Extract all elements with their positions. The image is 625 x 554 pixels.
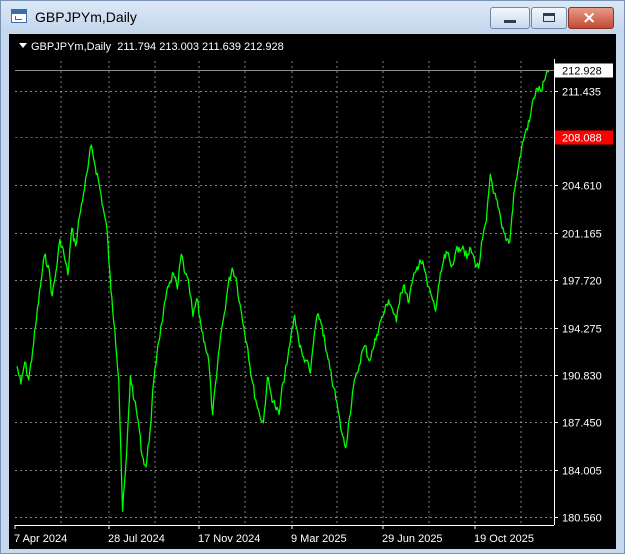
chart-canvas[interactable]: 208.088 212.928 211.435 204.610 201.165 197.… <box>9 34 616 549</box>
y-tick-label: 187.450 <box>562 418 602 430</box>
x-tick-label: 17 Nov 2024 <box>198 533 260 545</box>
x-tick-label: 9 Mar 2025 <box>291 533 347 545</box>
overlays: 208.088 212.928 <box>15 63 613 145</box>
close-button[interactable]: × <box>568 7 614 29</box>
price-chart: 208.088 212.928 211.435 204.610 201.165 197.… <box>14 59 613 545</box>
y-tick-label: 190.830 <box>562 371 602 383</box>
maximize-icon <box>543 13 555 22</box>
y-tick-label: 180.560 <box>562 513 602 525</box>
minimize-icon <box>504 20 516 23</box>
x-tick-label: 29 Jun 2025 <box>382 533 443 545</box>
axes: 211.435 204.610 201.165 197.720 194.275 190.8… <box>14 59 602 545</box>
ohlc-values: 211.794 213.003 211.639 212.928 <box>117 41 284 53</box>
current-price-label: 212.928 <box>562 66 602 78</box>
chart-window-icon <box>11 9 27 23</box>
price-line <box>16 69 550 512</box>
grid <box>15 61 553 525</box>
y-tick-label: 201.165 <box>562 229 602 241</box>
x-tick-label: 19 Oct 2025 <box>474 533 534 545</box>
title-bar[interactable]: GBPJPYm,Daily × <box>1 1 624 33</box>
level-label: 208.088 <box>562 133 602 145</box>
x-tick-label: 28 Jul 2024 <box>108 533 165 545</box>
y-tick-label: 194.275 <box>562 324 602 336</box>
chart-header[interactable]: GBPJPYm,Daily 211.794 213.003 211.639 21… <box>19 41 284 53</box>
y-tick-label: 184.005 <box>562 466 602 478</box>
chart-window: GBPJPYm,Daily × 208.088 212.928 211.435 20… <box>0 0 625 554</box>
close-icon: × <box>582 8 597 28</box>
dropdown-triangle-icon[interactable] <box>19 43 27 48</box>
symbol-label: GBPJPYm,Daily <box>31 41 112 53</box>
window-title: GBPJPYm,Daily <box>35 9 137 25</box>
maximize-button[interactable] <box>531 7 567 29</box>
minimize-button[interactable] <box>490 7 530 29</box>
y-tick-label: 204.610 <box>562 181 602 193</box>
y-tick-label: 211.435 <box>562 87 601 99</box>
y-tick-label: 197.720 <box>562 276 602 288</box>
price-series <box>16 69 550 512</box>
x-tick-label: 7 Apr 2024 <box>14 533 67 545</box>
